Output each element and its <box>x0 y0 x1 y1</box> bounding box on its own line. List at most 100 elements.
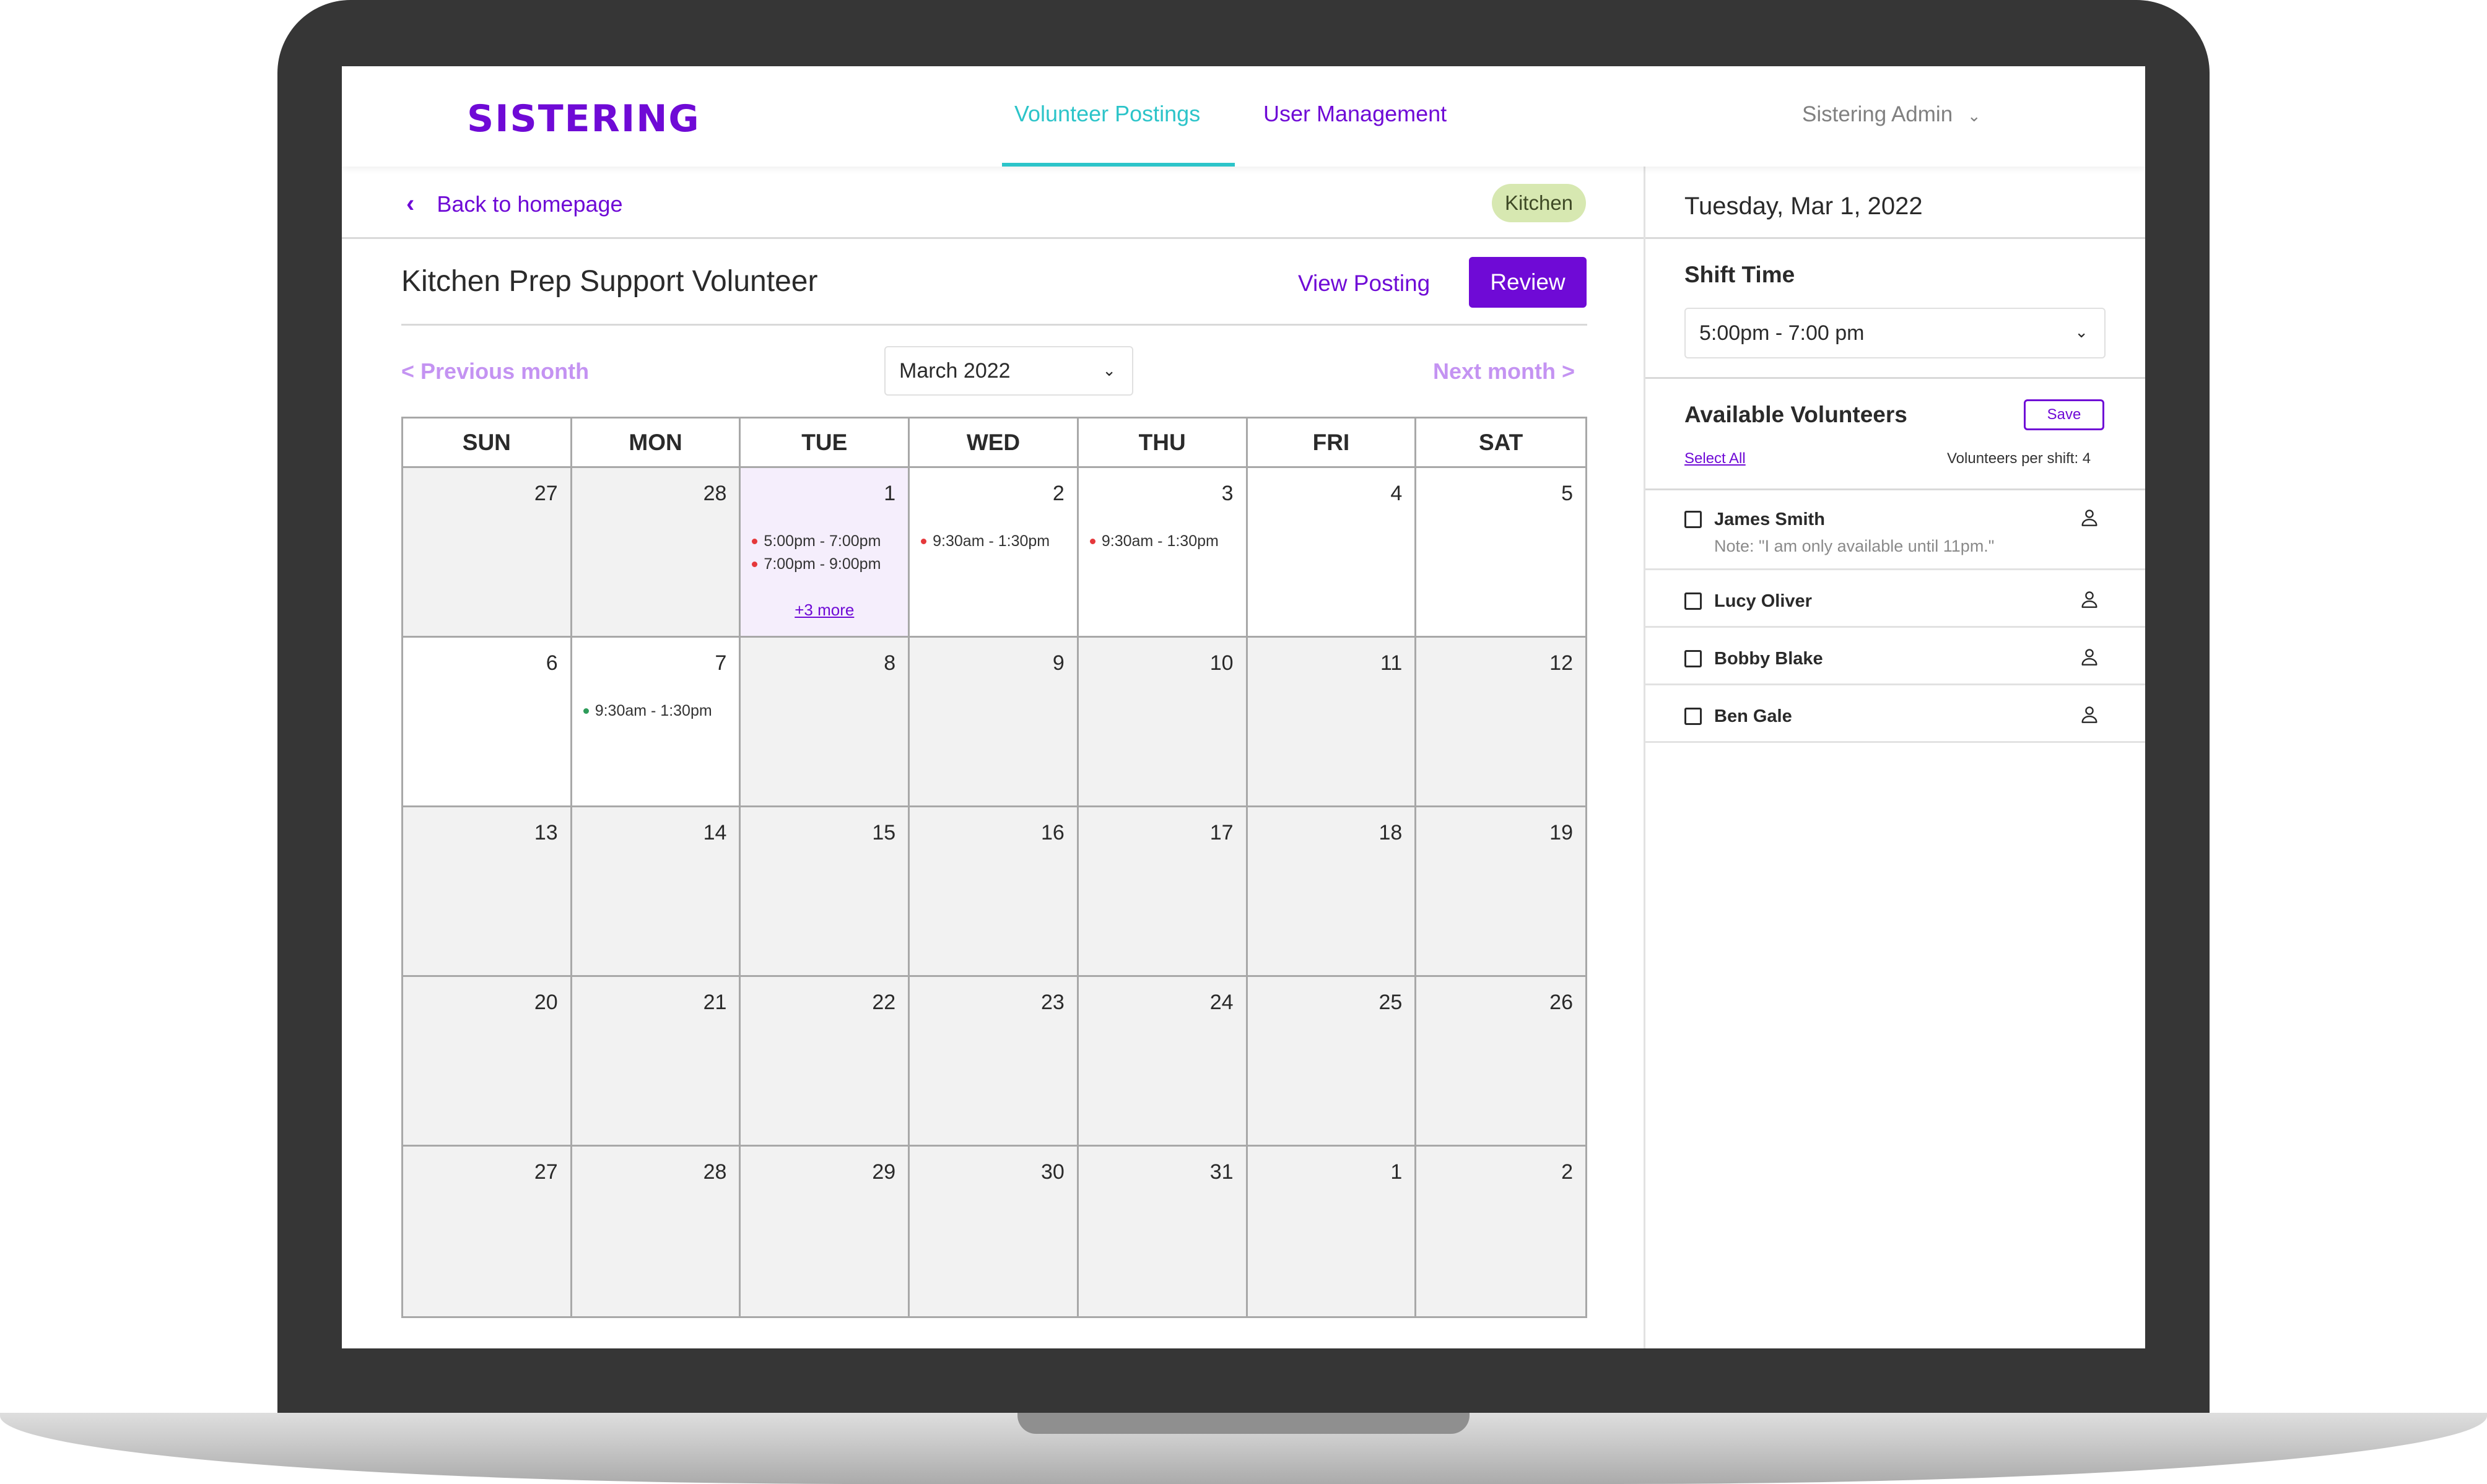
volunteer-name: James Smith <box>1714 510 1825 529</box>
calendar-day-cell[interactable]: 12 <box>1416 638 1585 807</box>
calendar-day-cell[interactable]: 22 <box>741 977 910 1147</box>
shift-time-select[interactable]: 5:00pm - 7:00 pm ⌄ <box>1684 308 2106 358</box>
calendar-day-cell[interactable]: 20 <box>403 977 572 1147</box>
calendar-day-cell[interactable]: 27 <box>403 1147 572 1316</box>
calendar-day-cell[interactable]: 19 <box>1416 807 1585 977</box>
calendar-day-cell[interactable]: 14 <box>572 807 741 977</box>
volunteer-note: Note: "I am only available until 11pm." <box>1714 537 1995 555</box>
shift-time-value: 5:00pm - 7:00 pm <box>1699 321 1865 345</box>
calendar-day-cell[interactable]: 11 <box>1247 638 1417 807</box>
day-number: 23 <box>1041 991 1065 1014</box>
more-shifts-link[interactable]: +3 more <box>741 601 908 620</box>
user-icon[interactable] <box>2080 589 2099 610</box>
laptop-notch <box>1017 1413 1470 1434</box>
calendar-day-cell[interactable]: 7 9:30am - 1:30pm <box>572 638 741 807</box>
next-month-button[interactable]: Next month > <box>1433 358 1575 384</box>
shift-entry[interactable]: 9:30am - 1:30pm <box>1089 532 1219 550</box>
calendar-day-cell[interactable]: 3 9:30am - 1:30pm <box>1078 468 1248 638</box>
day-number: 9 <box>1052 651 1065 675</box>
day-number: 2 <box>1561 1160 1573 1184</box>
user-icon[interactable] <box>2080 507 2099 528</box>
month-select-value: March 2022 <box>899 358 1011 383</box>
calendar-day-cell[interactable]: 5 <box>1416 468 1585 638</box>
divider <box>401 324 1587 326</box>
day-number: 26 <box>1549 991 1573 1014</box>
divider <box>1645 377 2145 379</box>
volunteer-row: Lucy Oliver <box>1644 570 2145 628</box>
pane-divider <box>1644 167 1645 1348</box>
volunteer-checkbox[interactable] <box>1684 708 1702 725</box>
calendar-day-cell[interactable]: 18 <box>1247 807 1417 977</box>
day-number: 29 <box>872 1160 896 1184</box>
calendar-day-cell[interactable]: 10 <box>1078 638 1248 807</box>
shift-entry[interactable]: 5:00pm - 7:00pm <box>752 532 881 550</box>
user-menu[interactable]: Sistering Admin ⌄ <box>1802 102 1981 127</box>
available-volunteers-heading: Available Volunteers <box>1684 402 1907 427</box>
shift-time: 9:30am - 1:30pm <box>933 532 1050 550</box>
day-of-week-header: SUN <box>403 419 572 468</box>
volunteer-name: Bobby Blake <box>1714 649 1823 669</box>
previous-month-button[interactable]: < Previous month <box>401 358 589 384</box>
volunteer-name: Ben Gale <box>1714 706 1792 726</box>
calendar-day-cell[interactable]: 28 <box>572 1147 741 1316</box>
day-number: 17 <box>1209 821 1234 844</box>
day-of-week-header: TUE <box>741 419 910 468</box>
calendar-day-cell[interactable]: 4 <box>1247 468 1417 638</box>
day-number: 14 <box>703 821 727 844</box>
calendar-day-cell[interactable]: 31 <box>1078 1147 1248 1316</box>
shift-time: 5:00pm - 7:00pm <box>764 532 881 550</box>
calendar-day-cell[interactable]: 27 <box>403 468 572 638</box>
calendar-day-cell[interactable]: 6 <box>403 638 572 807</box>
calendar-day-cell[interactable]: 8 <box>741 638 910 807</box>
calendar-day-cell[interactable]: 2 9:30am - 1:30pm <box>910 468 1079 638</box>
shift-entry[interactable]: 9:30am - 1:30pm <box>921 532 1050 550</box>
calendar-day-cell[interactable]: 13 <box>403 807 572 977</box>
month-select[interactable]: March 2022 ⌄ <box>884 346 1133 396</box>
app-screen: SISTERING Volunteer Postings User Manage… <box>342 66 2145 1348</box>
calendar-day-cell[interactable]: 2 <box>1416 1147 1585 1316</box>
calendar-day-cell[interactable]: 23 <box>910 977 1079 1147</box>
calendar-day-cell[interactable]: 1 <box>1247 1147 1417 1316</box>
calendar-day-cell[interactable]: 16 <box>910 807 1079 977</box>
select-all-link[interactable]: Select All <box>1684 450 1746 467</box>
day-number: 28 <box>703 1160 727 1184</box>
sistering-logo[interactable]: SISTERING <box>467 97 700 141</box>
day-number: 30 <box>1041 1160 1065 1184</box>
calendar-day-cell[interactable]: 17 <box>1078 807 1248 977</box>
calendar-day-cell[interactable]: 24 <box>1078 977 1248 1147</box>
calendar-day-cell[interactable]: 26 <box>1416 977 1585 1147</box>
calendar-day-cell[interactable]: 28 <box>572 468 741 638</box>
nav-tab-user-management[interactable]: User Management <box>1263 101 1447 127</box>
shift-time-label: Shift Time <box>1684 262 1795 287</box>
view-posting-button[interactable]: View Posting <box>1298 271 1430 297</box>
shift-entry[interactable]: 9:30am - 1:30pm <box>583 702 712 720</box>
calendar-day-cell[interactable]: 25 <box>1247 977 1417 1147</box>
review-button[interactable]: Review <box>1469 257 1587 308</box>
nav-tab-volunteer-postings[interactable]: Volunteer Postings <box>1014 101 1200 127</box>
calendar-day-cell[interactable]: 30 <box>910 1147 1079 1316</box>
volunteer-checkbox[interactable] <box>1684 650 1702 667</box>
calendar-day-cell[interactable]: 21 <box>572 977 741 1147</box>
shift-time: 7:00pm - 9:00pm <box>764 555 881 573</box>
calendar-day-cell[interactable]: 9 <box>910 638 1079 807</box>
day-of-week-header: FRI <box>1247 419 1417 468</box>
save-button[interactable]: Save <box>2024 399 2104 430</box>
calendar-grid: SUN MON TUE WED THU FRI SAT 27 28 1 5:00pm - 7:00p… <box>401 417 1587 1318</box>
day-number: 12 <box>1549 651 1573 675</box>
day-number: 21 <box>703 991 727 1014</box>
day-number: 1 <box>884 482 896 505</box>
day-number: 5 <box>1561 482 1573 505</box>
calendar-day-cell[interactable]: 15 <box>741 807 910 977</box>
volunteer-checkbox[interactable] <box>1684 511 1702 528</box>
day-number: 2 <box>1052 482 1065 505</box>
volunteer-checkbox[interactable] <box>1684 592 1702 610</box>
user-icon[interactable] <box>2080 704 2099 725</box>
shift-time: 9:30am - 1:30pm <box>1101 532 1219 550</box>
user-icon[interactable] <box>2080 646 2099 667</box>
calendar-day-cell[interactable]: 1 5:00pm - 7:00pm 7:00pm - 9:00pm +3 more <box>741 468 910 638</box>
shift-status-dot <box>752 562 758 567</box>
back-to-homepage-link[interactable]: ‹ Back to homepage <box>406 190 623 218</box>
calendar-day-cell[interactable]: 29 <box>741 1147 910 1316</box>
day-number: 6 <box>546 651 558 675</box>
shift-entry[interactable]: 7:00pm - 9:00pm <box>752 555 881 573</box>
